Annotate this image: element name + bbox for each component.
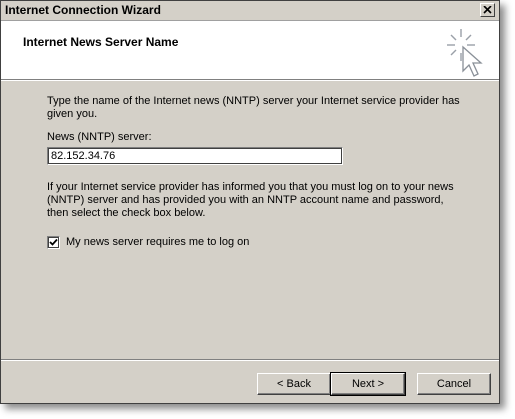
wizard-window: Internet Connection Wizard Internet News… [0,0,500,404]
logon-checkbox[interactable] [47,235,60,249]
logon-checkbox-row[interactable]: My news server requires me to log on [47,235,249,249]
intro-text: Type the name of the Internet news (NNTP… [47,95,460,120]
cancel-button[interactable]: Cancel [417,373,491,395]
checkmark-icon [49,238,58,246]
logon-note-text: If your Internet service provider has in… [47,181,454,219]
footer-divider [1,359,499,361]
close-icon [483,6,492,14]
window-title: Internet Connection Wizard [5,3,161,17]
back-button[interactable]: < Back [257,373,331,395]
close-button[interactable] [480,3,495,17]
wizard-icon [447,29,483,77]
server-label: News (NNTP) server: [47,131,152,143]
news-server-input[interactable] [47,147,343,165]
title-bar[interactable]: Internet Connection Wizard [1,1,499,21]
wizard-header: Internet News Server Name [1,21,499,81]
next-button[interactable]: Next > [330,372,406,396]
page-title: Internet News Server Name [23,35,179,49]
logon-checkbox-label[interactable]: My news server requires me to log on [66,236,249,249]
